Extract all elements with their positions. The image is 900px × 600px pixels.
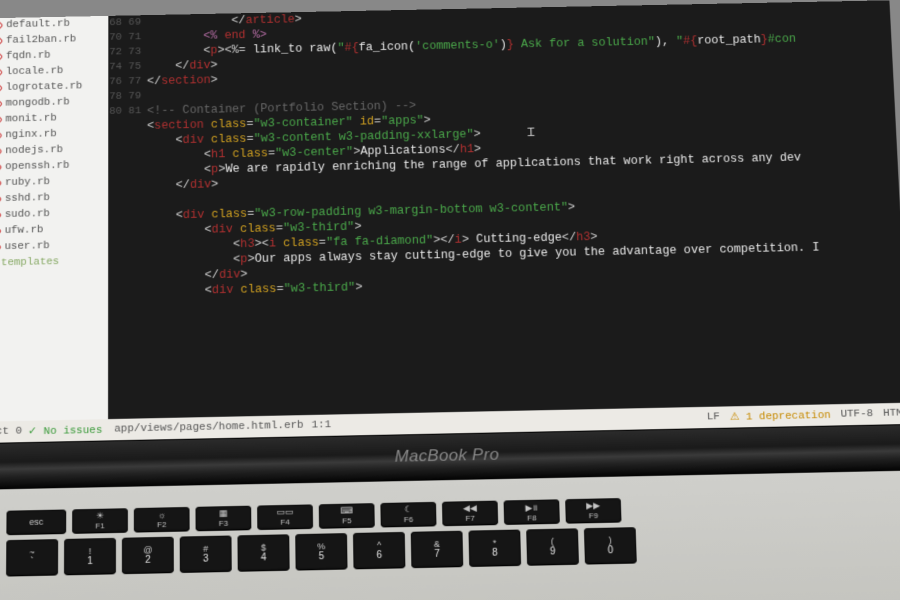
line-gutter: 68 69 70 71 72 73 74 75 76 77 78 79 80 8… <box>108 15 148 421</box>
key-F6: ☾F6 <box>380 502 436 527</box>
key-6: ^6 <box>353 532 405 568</box>
keyboard: esc☀F1☼F2▦F3▭▭F4⌨F5☾F6◀◀F7▶॥F8▶▶F9 ~`!1@… <box>0 492 900 600</box>
code-area[interactable]: </article> <% end %> <p><%= link_to raw(… <box>147 0 900 420</box>
key-0: )0 <box>584 527 637 563</box>
key-F7: ◀◀F7 <box>442 501 498 526</box>
key-3: #3 <box>180 535 232 572</box>
language-mode[interactable]: HTM <box>883 408 900 420</box>
editor-pane[interactable]: 68 69 70 71 72 73 74 75 76 77 78 79 80 8… <box>108 0 900 421</box>
key-9: (9 <box>526 528 579 564</box>
key-F8: ▶॥F8 <box>504 499 560 524</box>
key-F5: ⌨F5 <box>319 503 375 528</box>
file-tree[interactable]: default.rb fail2ban.rb fqdn.rb locale.rb… <box>0 16 108 424</box>
key-F1: ☀F1 <box>72 508 128 533</box>
key-esc: esc <box>6 509 66 534</box>
open-file-path[interactable]: app/views/pages/home.html.erb <box>114 420 303 436</box>
cursor-position: 1:1 <box>311 419 331 431</box>
code-editor: default.rb fail2ban.rb fqdn.rb locale.rb… <box>0 0 900 423</box>
key-1: !1 <box>64 538 116 575</box>
key-`: ~` <box>6 539 58 576</box>
key-5: %5 <box>295 533 347 569</box>
key-F2: ☼F2 <box>134 507 190 532</box>
line-ending[interactable]: LF <box>707 411 720 423</box>
text-cursor-icon: Ꮖ <box>527 126 528 139</box>
key-7: &7 <box>411 531 464 567</box>
status-left: ect 0 <box>0 426 22 438</box>
status-no-issues: ✓ No issues <box>28 423 102 438</box>
key-2: @2 <box>122 537 174 574</box>
folder-item[interactable]: templates <box>0 254 108 273</box>
key-F4: ▭▭F4 <box>257 504 313 529</box>
warning-badge[interactable]: ⚠ 1 deprecation <box>729 408 831 424</box>
laptop-brand: MacBook Pro <box>0 437 900 476</box>
encoding[interactable]: UTF-8 <box>840 408 873 420</box>
key-8: *8 <box>468 530 521 566</box>
key-F9: ▶▶F9 <box>565 498 621 523</box>
key-F3: ▦F3 <box>195 506 251 531</box>
key-4: $4 <box>237 534 289 570</box>
